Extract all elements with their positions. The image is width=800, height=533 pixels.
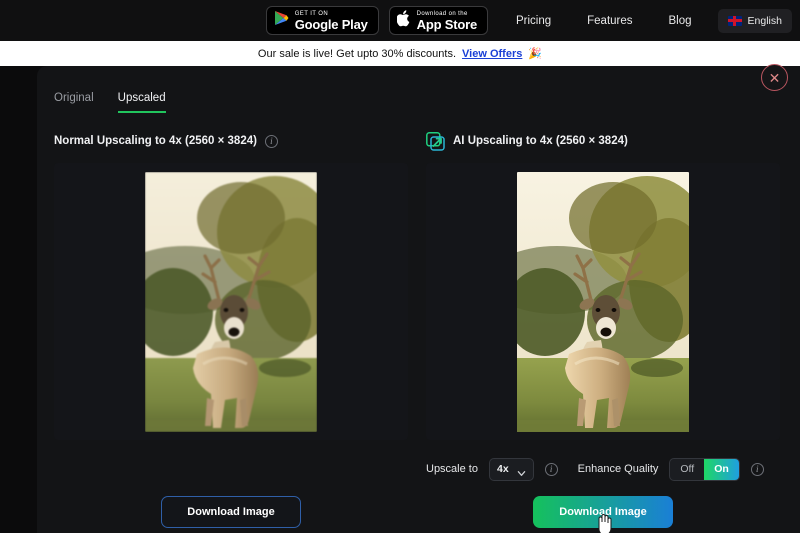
enhance-quality-off-option[interactable]: Off	[670, 459, 704, 480]
normal-upscaling-panel: Normal Upscaling to 4x (2560 × 3824) i D…	[54, 128, 408, 533]
result-tabs: Original Upscaled	[54, 92, 166, 113]
ai-expand-icon	[426, 131, 445, 151]
nav-link-blog[interactable]: Blog	[651, 15, 710, 27]
google-play-badge[interactable]: GET IT ON Google Play	[265, 6, 379, 35]
google-play-badge-small-text: GET IT ON	[294, 10, 329, 17]
download-image-button-ai-label: Download Image	[559, 506, 647, 518]
ai-panel-title: AI Upscaling to 4x (2560 × 3824)	[453, 135, 628, 147]
upscale-factor-value: 4x	[496, 463, 509, 475]
nav-link-features[interactable]: Features	[569, 15, 650, 27]
enhance-quality-on-option[interactable]: On	[704, 458, 739, 480]
ai-upscaling-panel: AI Upscaling to 4x (2560 × 3824) Upscale…	[426, 128, 780, 533]
promo-banner-text: Our sale is live! Get upto 30% discounts…	[257, 47, 457, 60]
uk-flag-icon	[727, 15, 742, 26]
download-image-button-normal[interactable]: Download Image	[161, 496, 301, 528]
ai-controls-row: Upscale to 4x i Enhance Quality Off On i	[426, 448, 780, 490]
ai-image-preview[interactable]	[426, 163, 780, 440]
normal-controls-spacer	[54, 448, 408, 490]
app-store-badge-small-text: Download on the	[416, 10, 468, 17]
normal-image-preview[interactable]	[54, 163, 408, 440]
app-store-badge[interactable]: Download on the App Store	[388, 6, 488, 35]
upscale-to-label: Upscale to	[426, 463, 478, 475]
info-icon[interactable]: i	[264, 134, 278, 148]
info-icon[interactable]: i	[544, 462, 558, 476]
normal-download-row: Download Image	[54, 490, 408, 533]
ai-panel-header: AI Upscaling to 4x (2560 × 3824)	[426, 128, 780, 154]
app-store-badge-label: App Store	[416, 16, 478, 32]
enhance-quality-toggle[interactable]: Off On	[669, 457, 740, 481]
app-page: GET IT ON Google Play Download on the Ap…	[0, 0, 800, 533]
download-image-button-ai[interactable]: Download Image	[533, 496, 673, 533]
upscale-result-modal: ✕ Original Upscaled Normal Upscaling to …	[37, 64, 800, 533]
apple-icon	[396, 9, 411, 32]
comparison-columns: Normal Upscaling to 4x (2560 × 3824) i D…	[54, 128, 792, 533]
close-icon[interactable]: ✕	[761, 64, 788, 91]
chevron-down-icon	[517, 465, 526, 476]
top-navigation-bar: GET IT ON Google Play Download on the Ap…	[0, 0, 800, 41]
ai-download-row: Download Image	[426, 490, 780, 533]
deer-photo-ai	[517, 171, 689, 432]
language-selector[interactable]: English	[717, 8, 792, 33]
google-play-badge-label: Google Play	[294, 16, 368, 32]
google-play-icon	[274, 10, 289, 31]
tab-upscaled[interactable]: Upscaled	[117, 92, 166, 113]
promo-banner: Our sale is live! Get upto 30% discounts…	[0, 41, 800, 66]
upscale-factor-select[interactable]: 4x	[488, 457, 534, 481]
deer-photo-normal	[145, 171, 317, 432]
language-label: English	[747, 14, 782, 27]
normal-panel-title: Normal Upscaling to 4x (2560 × 3824)	[54, 135, 257, 147]
tab-original[interactable]: Original	[54, 92, 94, 113]
info-icon[interactable]: i	[750, 462, 764, 476]
party-popper-icon: 🎉	[528, 48, 543, 60]
view-offers-link[interactable]: View Offers	[462, 48, 522, 60]
nav-link-pricing[interactable]: Pricing	[498, 15, 569, 27]
enhance-quality-label: Enhance Quality	[577, 463, 659, 475]
normal-panel-header: Normal Upscaling to 4x (2560 × 3824) i	[54, 128, 408, 154]
